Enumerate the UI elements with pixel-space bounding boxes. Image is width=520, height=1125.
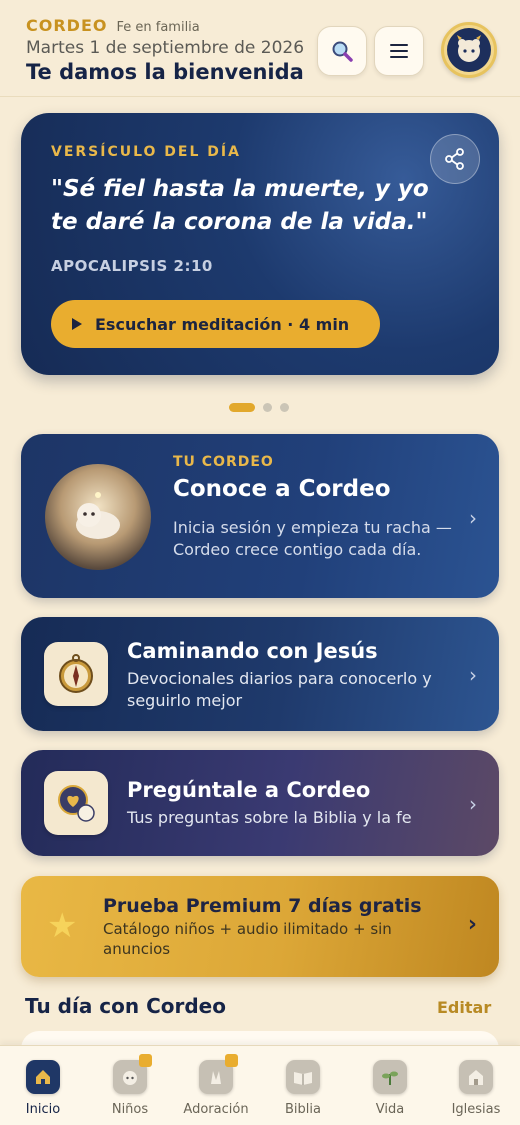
bottom-navigation: Inicio Niños Adoración Biblia Vida Igles… bbox=[0, 1045, 520, 1125]
chevron-right-icon: › bbox=[469, 792, 477, 816]
life-icon bbox=[373, 1060, 407, 1094]
nav-item-iglesias[interactable]: Iglesias bbox=[433, 1060, 519, 1117]
nav-item-biblia[interactable]: Biblia bbox=[260, 1060, 346, 1117]
premium-description: Catálogo niños + audio ilimitado + sin a… bbox=[103, 920, 392, 958]
verse-text: "Sé fiel hasta la muerte, y yo te daré l… bbox=[51, 176, 429, 235]
section-title: Tu día con Cordeo bbox=[25, 994, 226, 1018]
star-icon: ★ bbox=[47, 906, 78, 946]
worship-icon bbox=[199, 1054, 238, 1094]
lamb-avatar-icon bbox=[447, 28, 491, 72]
edit-button[interactable]: Editar bbox=[437, 998, 491, 1017]
app-header: CORDEO Fe en familia Martes 1 de septiem… bbox=[0, 0, 520, 97]
nav-item-ninos[interactable]: Niños bbox=[87, 1054, 173, 1117]
ask-cordeo-card[interactable]: Pregúntale a Cordeo Tus preguntas sobre … bbox=[21, 750, 499, 856]
verse-reference: APOCALIPSIS 2:10 bbox=[51, 257, 213, 275]
verse-of-the-day-card: VERSÍCULO DEL DÍA "Sé fiel hasta la muer… bbox=[21, 113, 499, 375]
kids-icon bbox=[113, 1054, 152, 1094]
church-icon bbox=[459, 1060, 493, 1094]
share-button[interactable] bbox=[430, 134, 480, 184]
carousel-dot[interactable] bbox=[263, 403, 272, 412]
nav-item-adoracion[interactable]: Adoración bbox=[173, 1054, 259, 1117]
menu-button[interactable] bbox=[374, 26, 424, 76]
nav-item-inicio[interactable]: Inicio bbox=[0, 1060, 86, 1117]
share-icon bbox=[445, 148, 464, 170]
bible-icon bbox=[286, 1060, 320, 1094]
walking-with-jesus-card[interactable]: Caminando con Jesús Devocionales diarios… bbox=[21, 617, 499, 731]
menu-icon bbox=[390, 44, 408, 58]
welcome-title: Te damos la bienvenida bbox=[26, 60, 304, 84]
search-icon bbox=[332, 41, 353, 62]
chevron-right-icon: › bbox=[469, 663, 477, 687]
cordeo-title: Conoce a Cordeo bbox=[173, 476, 391, 502]
nav-label: Vida bbox=[375, 1102, 405, 1117]
walking-with-jesus-description: Devocionales diarios para conocerlo y se… bbox=[127, 669, 432, 710]
ask-cordeo-description: Tus preguntas sobre la Biblia y la fe bbox=[127, 808, 412, 827]
avatar[interactable] bbox=[441, 22, 497, 78]
nav-label: Adoración bbox=[183, 1102, 249, 1117]
chevron-right-icon: › bbox=[467, 912, 477, 937]
nav-label: Biblia bbox=[285, 1102, 321, 1117]
brand-tagline: Fe en familia bbox=[116, 20, 200, 35]
verse-label: VERSÍCULO DEL DÍA bbox=[51, 144, 241, 160]
meet-cordeo-card[interactable]: TU CORDEO Conoce a Cordeo Inicia sesión … bbox=[21, 434, 499, 598]
carousel-dot[interactable] bbox=[280, 403, 289, 412]
lock-icon bbox=[225, 1054, 238, 1067]
compass-icon bbox=[44, 642, 108, 706]
ask-cordeo-title: Pregúntale a Cordeo bbox=[127, 778, 371, 802]
listen-meditation-label: Escuchar meditación · 4 min bbox=[95, 314, 350, 334]
carousel-pagination bbox=[229, 403, 289, 412]
nav-label: Inicio bbox=[25, 1102, 61, 1117]
nav-label: Iglesias bbox=[451, 1102, 501, 1117]
listen-meditation-button[interactable]: Escuchar meditación · 4 min bbox=[51, 300, 380, 348]
brand-row: CORDEO Fe en familia bbox=[26, 16, 200, 35]
premium-title: Prueba Premium 7 días gratis bbox=[103, 895, 422, 917]
cordeo-description: Inicia sesión y empieza tu racha — Corde… bbox=[173, 518, 452, 559]
current-date: Martes 1 de septiembre de 2026 bbox=[26, 38, 305, 58]
home-icon bbox=[26, 1060, 60, 1094]
carousel-dot[interactable] bbox=[229, 403, 255, 412]
play-icon bbox=[72, 318, 82, 330]
nav-item-vida[interactable]: Vida bbox=[347, 1060, 433, 1117]
search-button[interactable] bbox=[317, 26, 367, 76]
chevron-right-icon: › bbox=[469, 506, 477, 530]
lock-icon bbox=[139, 1054, 152, 1067]
cordeo-lamb-image bbox=[45, 464, 151, 570]
chat-heart-icon bbox=[44, 771, 108, 835]
cordeo-kicker: TU CORDEO bbox=[173, 454, 274, 470]
brand-name: CORDEO bbox=[26, 16, 108, 35]
walking-with-jesus-title: Caminando con Jesús bbox=[127, 639, 378, 663]
premium-trial-card[interactable]: ★ Prueba Premium 7 días gratis Catálogo … bbox=[21, 876, 499, 977]
nav-label: Niños bbox=[111, 1102, 149, 1117]
